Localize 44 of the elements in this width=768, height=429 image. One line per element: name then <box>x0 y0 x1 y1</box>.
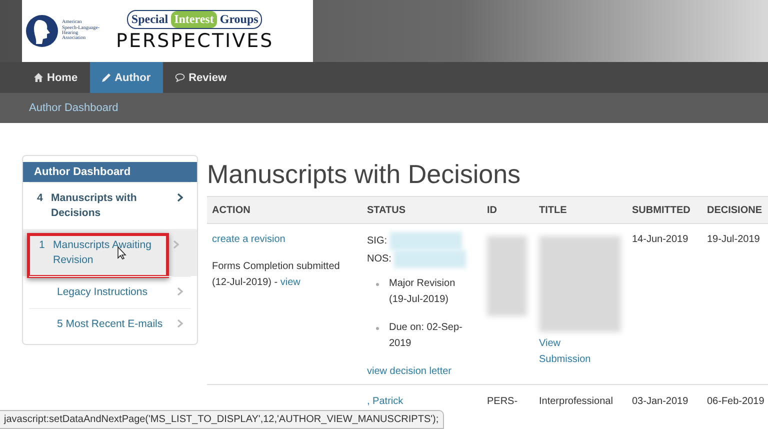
sidebar-title: Author Dashboard <box>23 162 197 182</box>
table-cell: PERS- <box>482 384 534 414</box>
status-detail: Due on: 02-Sep-2019 <box>389 322 462 349</box>
speech-bubble-icon <box>174 73 185 82</box>
chevron-icon <box>173 240 179 249</box>
table-cell: Interprofessional <box>534 384 627 414</box>
head-profile-icon <box>26 15 58 47</box>
pencil-icon <box>102 73 111 82</box>
sidebar-item[interactable]: 1 Manuscripts Awaiting Revision <box>23 229 197 276</box>
journal-title: PERSPECTIVES <box>116 30 274 52</box>
column-header: ACTION <box>207 196 362 224</box>
column-header: DECISIONE <box>702 196 768 224</box>
author-link[interactable]: , Patrick <box>367 396 404 407</box>
action-link[interactable]: create a revision <box>212 232 360 248</box>
chevron-icon <box>177 319 183 328</box>
view-link[interactable]: view <box>280 277 300 288</box>
status-bar-url: javascript:setDataAndNextPage('MS_LIST_TO_DISPLAY',12,'AUTHOR_VIEW_MANUSCRIPTS'); <box>0 410 444 429</box>
chevron-icon <box>177 193 183 202</box>
breadcrumb-link[interactable]: Author Dashboard <box>29 102 118 114</box>
nav-tab[interactable]: Author <box>90 62 163 93</box>
sidebar-item[interactable]: Legacy Instructions <box>29 276 191 308</box>
bullet-icon <box>376 283 379 286</box>
table-cell: 06-Feb-2019 <box>702 384 768 414</box>
nav-tab[interactable]: Review <box>162 62 239 93</box>
column-header: SUBMITTED <box>627 196 702 224</box>
table-cell: 19-Jul-2019 <box>702 224 768 384</box>
chevron-icon <box>177 287 183 296</box>
table-cell: 03-Jan-2019 <box>627 384 702 414</box>
status-label: SIG: <box>367 236 388 247</box>
sig-badge: Special Interest Groups <box>127 10 262 29</box>
decision-letter-link[interactable]: view decision letter <box>367 364 480 380</box>
home-icon <box>34 73 43 82</box>
nav-tab[interactable]: Home <box>22 62 90 93</box>
bullet-icon <box>376 327 379 330</box>
column-header: ID <box>482 196 534 224</box>
table-cell: 14-Jun-2019 <box>627 224 702 384</box>
column-header: TITLE <box>534 196 627 224</box>
view-submission-link[interactable]: View Submission <box>539 336 609 368</box>
status-detail: Major Revision (19-Jul-2019) <box>389 278 456 305</box>
forms-note: Forms Completion submitted (12-Jul-2019) - view <box>212 260 341 290</box>
status-label: NOS: <box>367 254 392 265</box>
column-header: STATUS <box>362 196 482 224</box>
page-heading: Manuscripts with Decisions <box>207 159 522 190</box>
sidebar-item[interactable]: 5 Most Recent E-mails <box>29 308 191 340</box>
